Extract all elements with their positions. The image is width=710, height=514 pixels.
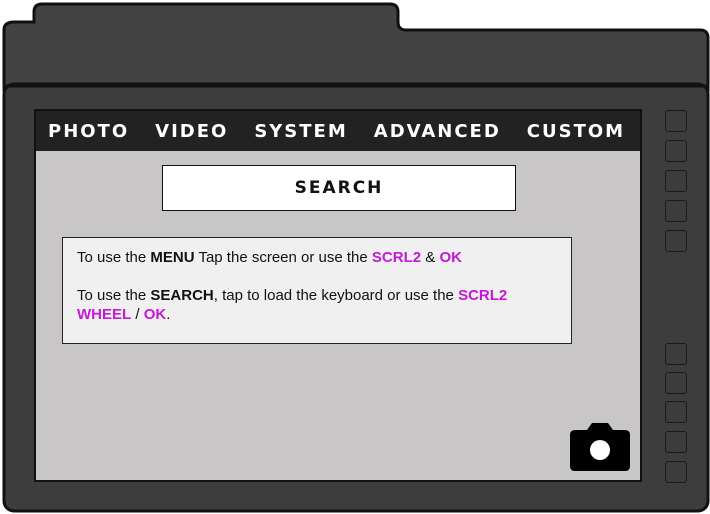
- help-text: , tap to load the keyboard or use the: [213, 287, 459, 304]
- help-text: Tap the screen or use the: [194, 249, 372, 266]
- help-text: To use the: [77, 287, 151, 304]
- side-button-10[interactable]: [665, 461, 687, 483]
- search-keyword: SEARCH: [150, 287, 214, 304]
- help-line-search: To use the SEARCH, tap to load the keybo…: [77, 286, 557, 324]
- side-button-3[interactable]: [665, 170, 687, 192]
- scrl2-keyword: SCRL2: [458, 287, 508, 304]
- tab-video[interactable]: VIDEO: [155, 121, 228, 142]
- menu-bar: PHOTO VIDEO SYSTEM ADVANCED CUSTOM: [36, 111, 640, 151]
- tab-photo[interactable]: PHOTO: [48, 121, 129, 142]
- side-button-2[interactable]: [665, 140, 687, 162]
- help-line-menu: To use the MENU Tap the screen or use th…: [77, 248, 557, 267]
- ok-keyword: OK: [439, 249, 462, 266]
- side-button-7[interactable]: [665, 372, 687, 394]
- side-button-5[interactable]: [665, 230, 687, 252]
- search-label: SEARCH: [294, 178, 384, 198]
- wheel-keyword: WHEEL: [77, 306, 132, 323]
- side-button-9[interactable]: [665, 431, 687, 453]
- side-button-4[interactable]: [665, 200, 687, 222]
- lcd-screen: PHOTO VIDEO SYSTEM ADVANCED CUSTOM SEARC…: [34, 109, 642, 482]
- tab-custom[interactable]: CUSTOM: [527, 121, 625, 142]
- help-text: /: [131, 306, 144, 323]
- side-button-1[interactable]: [665, 110, 687, 132]
- side-button-8[interactable]: [665, 401, 687, 423]
- menu-keyword: MENU: [150, 249, 195, 266]
- tab-system[interactable]: SYSTEM: [254, 121, 347, 142]
- search-button[interactable]: SEARCH: [162, 165, 516, 211]
- camera-icon[interactable]: [569, 422, 631, 472]
- help-text: .: [166, 306, 171, 323]
- side-button-6[interactable]: [665, 343, 687, 365]
- scrl2-keyword: SCRL2: [371, 249, 422, 266]
- help-text: To use the: [77, 249, 151, 266]
- help-text-box: To use the MENU Tap the screen or use th…: [62, 237, 572, 344]
- ok-keyword: OK: [143, 306, 167, 323]
- camera-device: PHOTO VIDEO SYSTEM ADVANCED CUSTOM SEARC…: [0, 0, 710, 514]
- tab-advanced[interactable]: ADVANCED: [374, 121, 501, 142]
- help-text: &: [421, 249, 440, 266]
